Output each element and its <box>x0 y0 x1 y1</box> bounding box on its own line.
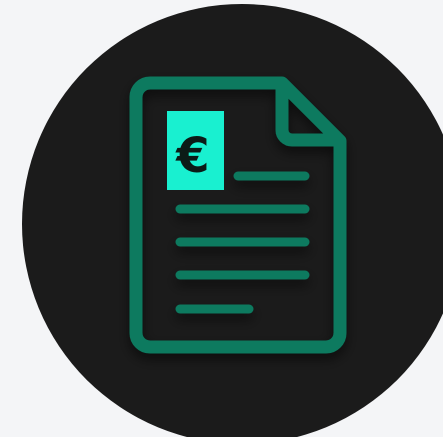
text-lines <box>175 171 310 314</box>
invoice-document-icon: € <box>129 76 347 354</box>
euro-symbol: € <box>175 128 209 184</box>
icon-canvas: € <box>0 0 443 437</box>
euro-badge: € <box>167 111 224 190</box>
